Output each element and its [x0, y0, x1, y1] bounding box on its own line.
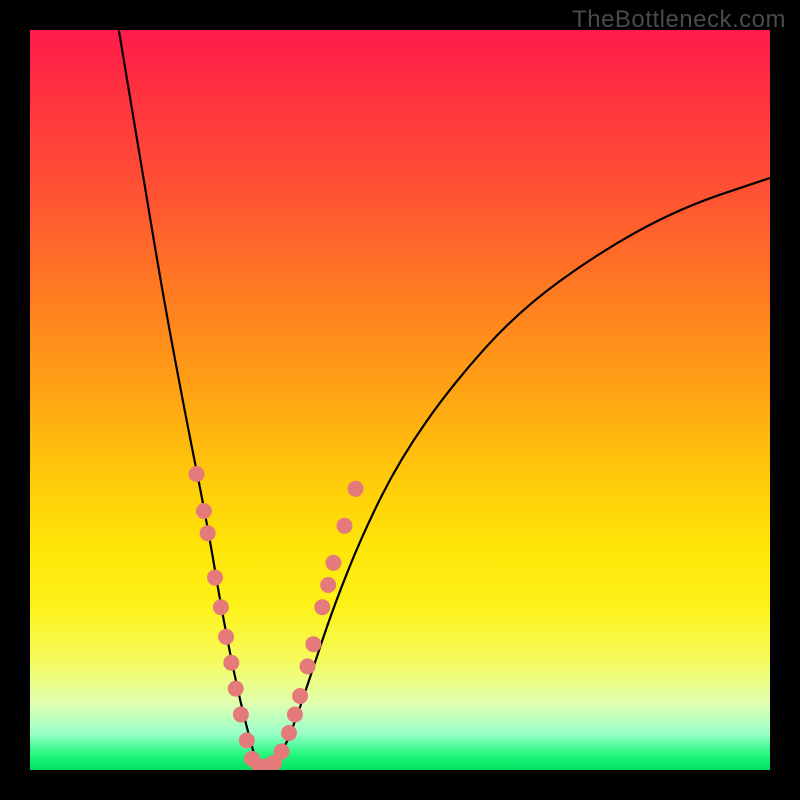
marker-dot: [200, 525, 216, 541]
marker-dot: [348, 481, 364, 497]
marker-dot: [281, 725, 297, 741]
marker-dot: [189, 466, 205, 482]
marker-dot: [218, 629, 234, 645]
marker-dot: [228, 681, 244, 697]
chart-frame: TheBottleneck.com: [0, 0, 800, 800]
marker-dot: [320, 577, 336, 593]
marker-dot: [337, 518, 353, 534]
marker-dot: [305, 636, 321, 652]
marker-dot: [207, 570, 223, 586]
marker-dot: [314, 599, 330, 615]
marker-dot: [287, 707, 303, 723]
marker-dot: [233, 707, 249, 723]
bottleneck-curve-right: [259, 178, 770, 770]
watermark-text: TheBottleneck.com: [572, 6, 786, 34]
marker-dot: [292, 688, 308, 704]
marker-dot: [223, 655, 239, 671]
highlight-markers: [189, 466, 364, 770]
marker-dot: [325, 555, 341, 571]
marker-dot: [196, 503, 212, 519]
plot-area: [30, 30, 770, 770]
marker-dot: [300, 658, 316, 674]
marker-dot: [274, 744, 290, 760]
curve-svg: [30, 30, 770, 770]
marker-dot: [213, 599, 229, 615]
marker-dot: [239, 732, 255, 748]
